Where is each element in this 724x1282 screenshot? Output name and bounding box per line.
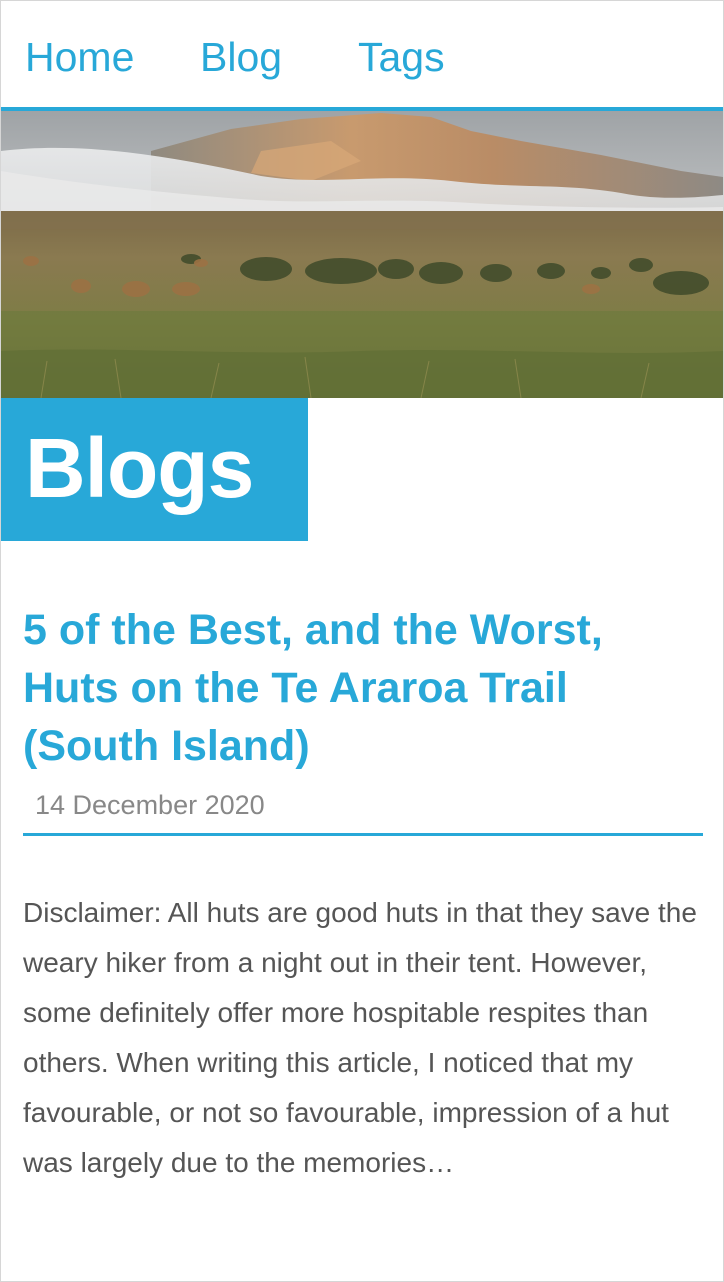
page-title-banner: Blogs bbox=[1, 398, 308, 541]
nav-link-tags[interactable]: Tags bbox=[358, 33, 445, 81]
post-date: 14 December 2020 bbox=[35, 790, 265, 820]
post-divider bbox=[23, 833, 703, 836]
nav-link-blog[interactable]: Blog bbox=[200, 33, 282, 81]
page-title: Blogs bbox=[25, 421, 254, 515]
post-excerpt: Disclaimer: All huts are good huts in th… bbox=[23, 897, 697, 1178]
top-navigation: Home Blog Tags bbox=[1, 1, 723, 111]
hero-image bbox=[1, 111, 723, 398]
blog-post-card: 5 of the Best, and the Worst, Huts on th… bbox=[23, 601, 703, 1188]
post-title-link[interactable]: 5 of the Best, and the Worst, Huts on th… bbox=[23, 601, 703, 775]
nav-link-home[interactable]: Home bbox=[25, 33, 134, 81]
page-frame: Home Blog Tags Blogs 5 of the Best, and … bbox=[0, 0, 724, 1282]
landscape-photo bbox=[1, 111, 723, 398]
